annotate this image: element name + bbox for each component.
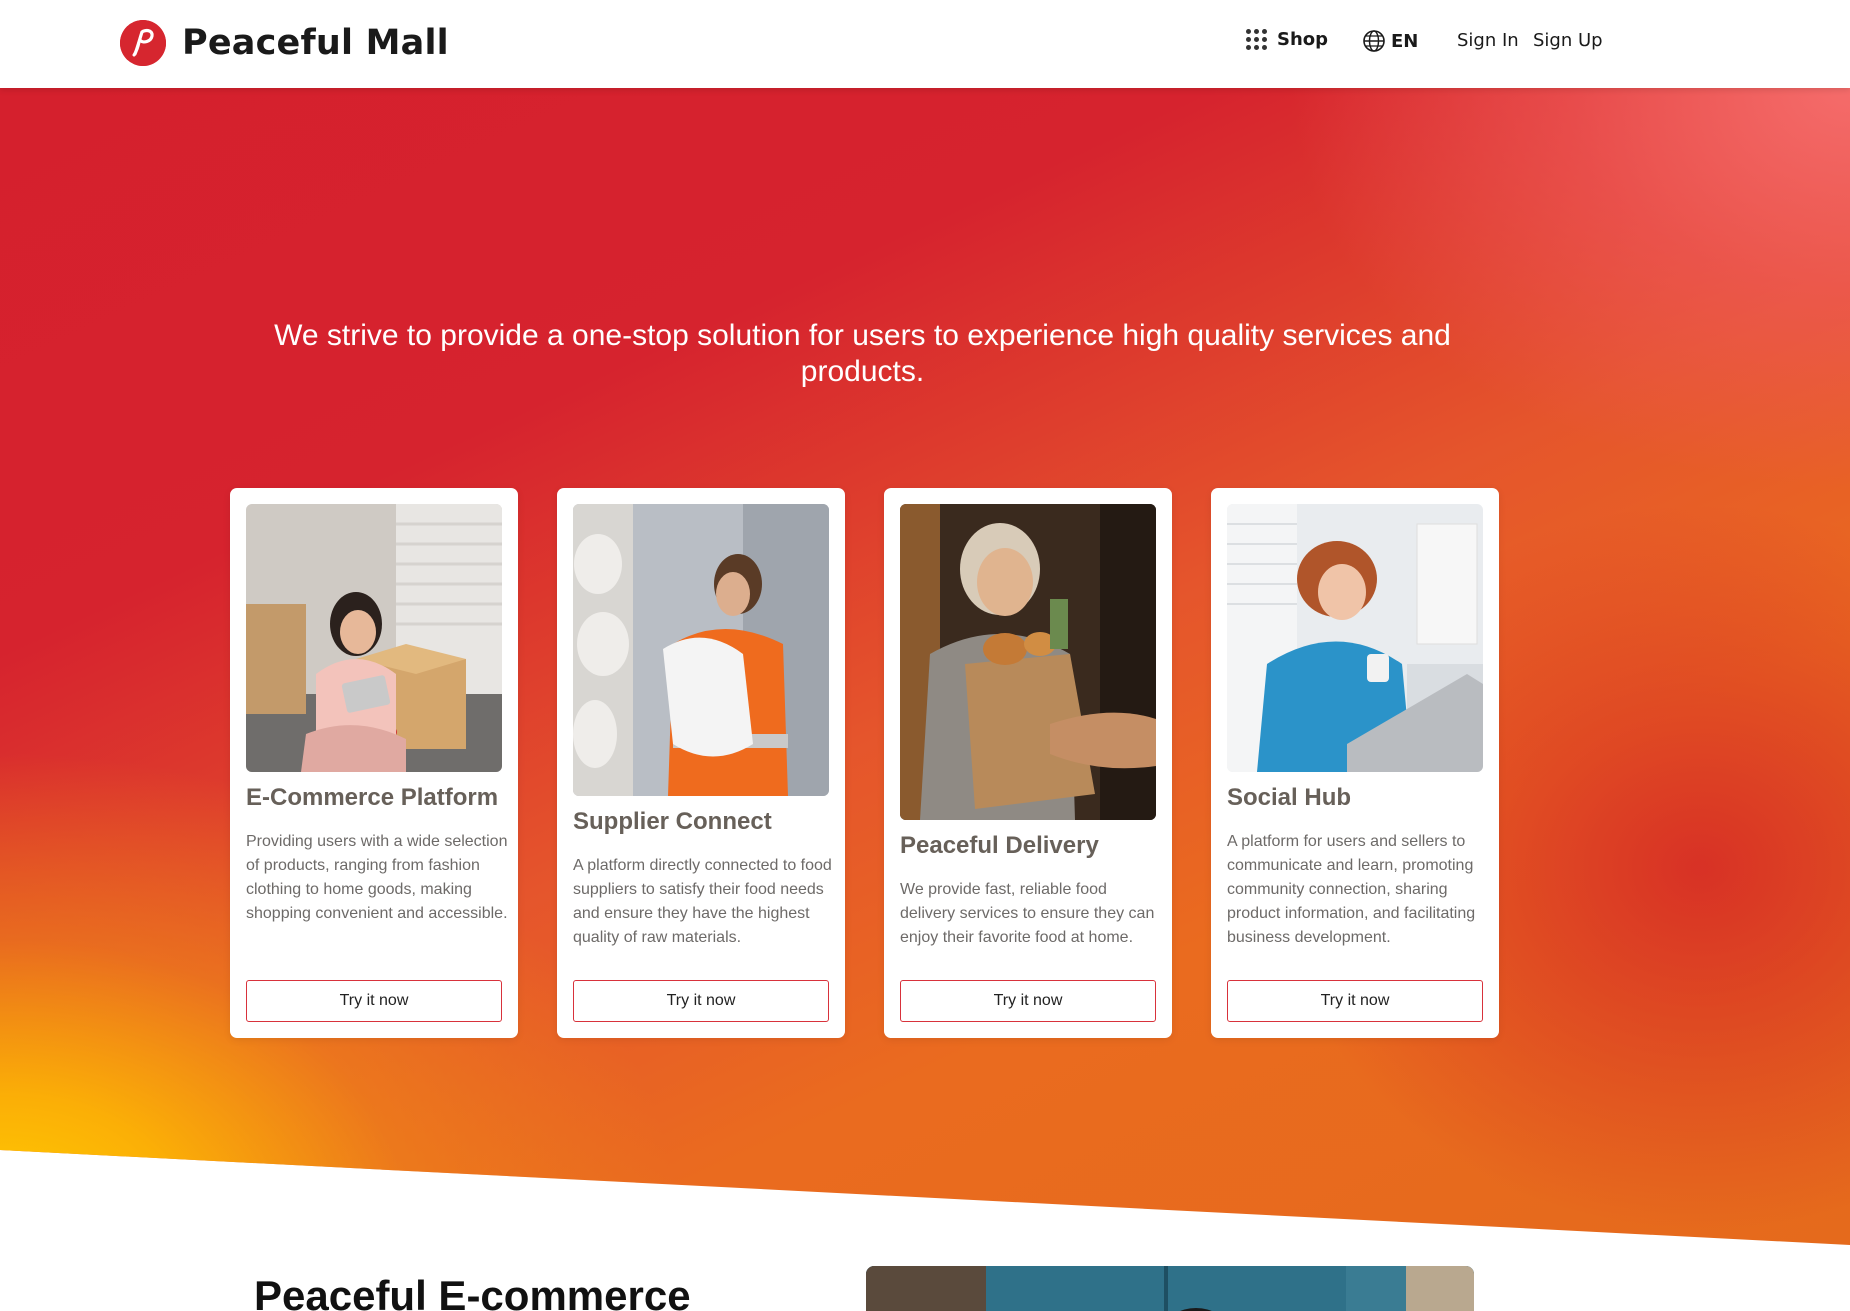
card-image-grocery-delivery [900, 504, 1156, 820]
card-description: A platform directly connected to food su… [573, 857, 832, 946]
try-it-now-button[interactable]: Try it now [1227, 980, 1483, 1022]
card-title: Supplier Connect [573, 808, 772, 835]
brand[interactable]: Peaceful Mall [120, 20, 449, 66]
card-description: We provide fast, reliable food delivery … [900, 881, 1155, 946]
service-card-ecommerce: E-Commerce Platform Providing users with… [230, 488, 518, 1038]
hero-tagline: We strive to provide a one-stop solution… [274, 319, 1451, 388]
card-title: Peaceful Delivery [900, 832, 1099, 859]
globe-icon [1363, 30, 1385, 52]
sign-in-link[interactable]: Sign In [1457, 30, 1519, 51]
card-image-warehouse-worker [573, 504, 829, 796]
sign-up-link[interactable]: Sign Up [1533, 30, 1603, 51]
card-image-woman-with-package [246, 504, 502, 772]
language-selector[interactable]: EN [1362, 29, 1418, 53]
service-card-social: Social Hub A platform for users and sell… [1211, 488, 1499, 1038]
service-card-delivery: Peaceful Delivery We provide fast, relia… [884, 488, 1172, 1038]
brand-name: Peaceful Mall [182, 23, 449, 63]
card-title: Social Hub [1227, 784, 1352, 811]
card-description: A platform for users and sellers to comm… [1227, 833, 1476, 946]
card-image-woman-with-laptop [1227, 504, 1483, 772]
nav-shop[interactable]: Shop [1246, 29, 1328, 50]
try-it-now-button[interactable]: Try it now [246, 980, 502, 1022]
hero-section: We strive to provide a one-stop solution… [0, 88, 1850, 1245]
language-label: EN [1391, 30, 1419, 52]
card-description: Providing users with a wide selection of… [246, 833, 508, 922]
service-card-supplier: Supplier Connect A platform directly con… [557, 488, 845, 1038]
card-title: E-Commerce Platform [246, 784, 499, 811]
nav-shop-label: Shop [1277, 29, 1329, 50]
section-title-rest: E-commerce [426, 1272, 691, 1311]
brand-logo-icon [120, 20, 166, 66]
site-header: Peaceful Mall Shop EN Sign In Sign Up [0, 0, 1850, 88]
section-title-bold: Peaceful [254, 1272, 427, 1311]
try-it-now-button[interactable]: Try it now [573, 980, 829, 1022]
ecommerce-section-title: Peaceful E-commerce [254, 1272, 691, 1311]
ecommerce-section-image [866, 1266, 1474, 1311]
try-it-now-button[interactable]: Try it now [900, 980, 1156, 1022]
apps-grid-icon [1246, 29, 1267, 50]
